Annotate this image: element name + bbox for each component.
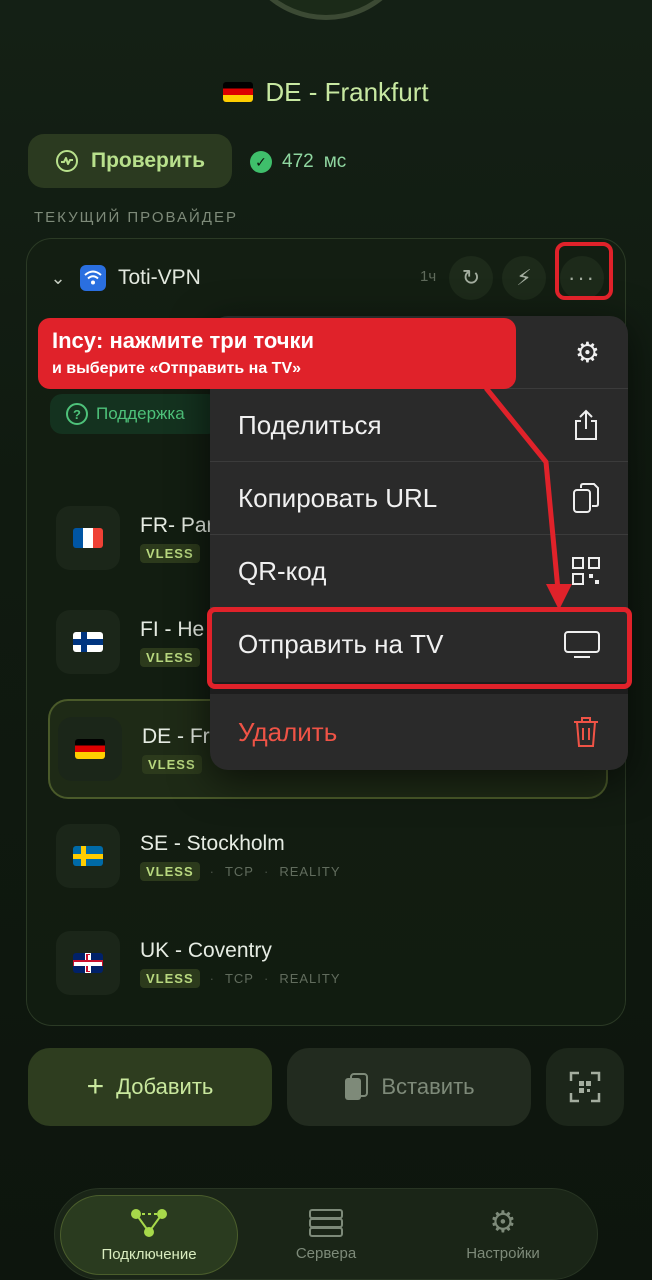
- tab-settings[interactable]: ⚙ Настройки: [448, 1195, 558, 1275]
- ping-status: ✓ 472 мс: [250, 148, 346, 176]
- uk-flag-icon: [73, 953, 103, 973]
- tab-settings-label: Настройки: [466, 1244, 540, 1262]
- paste-button-label: Вставить: [381, 1074, 475, 1099]
- support-label: Поддержка: [96, 404, 185, 423]
- add-button[interactable]: + Добавить: [28, 1048, 272, 1126]
- support-button[interactable]: ? Поддержка: [50, 394, 220, 434]
- protocol-tag: VLESS: [140, 861, 200, 881]
- clipboard-icon: [345, 1073, 369, 1100]
- gear-icon: ⚙: [489, 1205, 517, 1239]
- france-flag-icon: [73, 528, 103, 548]
- tab-servers-label: Сервера: [295, 1244, 357, 1262]
- transport-tag: TCP: [224, 970, 254, 986]
- copy-icon: [573, 483, 599, 513]
- highlight-more-button: [555, 242, 613, 300]
- tab-servers[interactable]: Сервера: [280, 1195, 372, 1275]
- check-circle-icon: ✓: [250, 151, 272, 173]
- server-name: FI - He: [140, 617, 205, 641]
- plus-icon: +: [86, 1070, 105, 1103]
- protocol-tag: VLESS: [140, 647, 200, 667]
- share-label: Поделиться: [238, 409, 382, 440]
- paste-button[interactable]: Вставить: [287, 1048, 531, 1126]
- tutorial-line-1: Incy: нажмите три точки: [52, 328, 315, 353]
- ping-unit: мс: [323, 151, 347, 172]
- transport-tag: TCP: [224, 863, 254, 879]
- server-name: SE - Stockholm: [140, 831, 285, 855]
- flag-box: [56, 506, 120, 570]
- menu-item-delete[interactable]: Удалить: [210, 694, 628, 770]
- flag-box: [58, 717, 122, 781]
- chevron-down-icon[interactable]: ⌄: [48, 268, 68, 289]
- provider-age: 1ч: [420, 268, 437, 285]
- tutorial-line-2: и выберите «Отправить на TV»: [52, 360, 302, 377]
- protocol-tag: VLESS: [140, 543, 200, 563]
- scan-qr-button[interactable]: [546, 1048, 624, 1126]
- protocol-tag: VLESS: [140, 968, 200, 988]
- gear-icon: ⚙: [574, 336, 600, 368]
- provider-header[interactable]: ⌄ Toti-VPN: [48, 260, 201, 296]
- lightning-icon: ⚡︎: [516, 265, 532, 290]
- security-tag: REALITY: [279, 863, 341, 879]
- qr-label: QR-код: [238, 555, 327, 586]
- pulse-icon: [56, 150, 78, 172]
- question-icon: ?: [66, 403, 88, 425]
- add-button-label: Добавить: [116, 1074, 214, 1099]
- connect-circle[interactable]: [236, 0, 416, 20]
- wifi-icon: [80, 265, 106, 291]
- speedtest-button[interactable]: ⚡︎: [502, 256, 546, 300]
- copy-url-label: Копировать URL: [238, 482, 438, 513]
- qr-code-icon: [572, 557, 600, 585]
- delete-label: Удалить: [238, 716, 338, 747]
- menu-item-copy-url[interactable]: Копировать URL: [210, 462, 628, 535]
- germany-flag-icon: [223, 82, 254, 102]
- menu-item-qr[interactable]: QR-код: [210, 535, 628, 608]
- sweden-flag-icon: [73, 846, 103, 866]
- check-button-label: Проверить: [91, 149, 205, 172]
- trash-icon: [574, 717, 598, 747]
- server-name: FR- Par: [140, 513, 214, 537]
- flag-box: [56, 931, 120, 995]
- menu-item-share[interactable]: Поделиться: [210, 389, 628, 462]
- server-row[interactable]: UK - Coventry VLESS · TCP · REALITY: [48, 913, 608, 1013]
- separator: ·: [209, 863, 215, 879]
- server-stack-icon: [309, 1208, 343, 1237]
- refresh-icon: ↻: [461, 265, 481, 290]
- security-tag: REALITY: [279, 970, 341, 986]
- flag-box: [56, 824, 120, 888]
- separator: ·: [209, 970, 215, 986]
- network-icon: [131, 1208, 167, 1237]
- tab-connection[interactable]: Подключение: [60, 1195, 238, 1275]
- tab-connection-label: Подключение: [101, 1245, 197, 1263]
- germany-flag-icon: [75, 739, 105, 759]
- current-location: DE - Frankfurt: [0, 72, 652, 112]
- refresh-button[interactable]: ↻: [449, 256, 493, 300]
- section-title: ТЕКУЩИЙ ПРОВАЙДЕР: [34, 209, 238, 226]
- finland-flag-icon: [73, 632, 103, 652]
- tutorial-banner: Incy: нажмите три точки и выберите «Отпр…: [38, 318, 516, 389]
- flag-box: [56, 610, 120, 674]
- ping-value: 472: [282, 151, 314, 172]
- share-icon: [575, 409, 597, 440]
- protocol-tag: VLESS: [142, 754, 202, 774]
- separator: ·: [263, 863, 270, 879]
- check-button[interactable]: Проверить: [28, 134, 232, 188]
- server-row[interactable]: SE - Stockholm VLESS · TCP · REALITY: [48, 806, 608, 906]
- separator: ·: [263, 970, 270, 986]
- scan-icon: [569, 1071, 601, 1103]
- highlight-send-tv: [207, 607, 632, 689]
- provider-name: Toti-VPN: [118, 266, 201, 289]
- server-name: UK - Coventry: [140, 938, 272, 962]
- location-label: DE - Frankfurt: [265, 76, 429, 107]
